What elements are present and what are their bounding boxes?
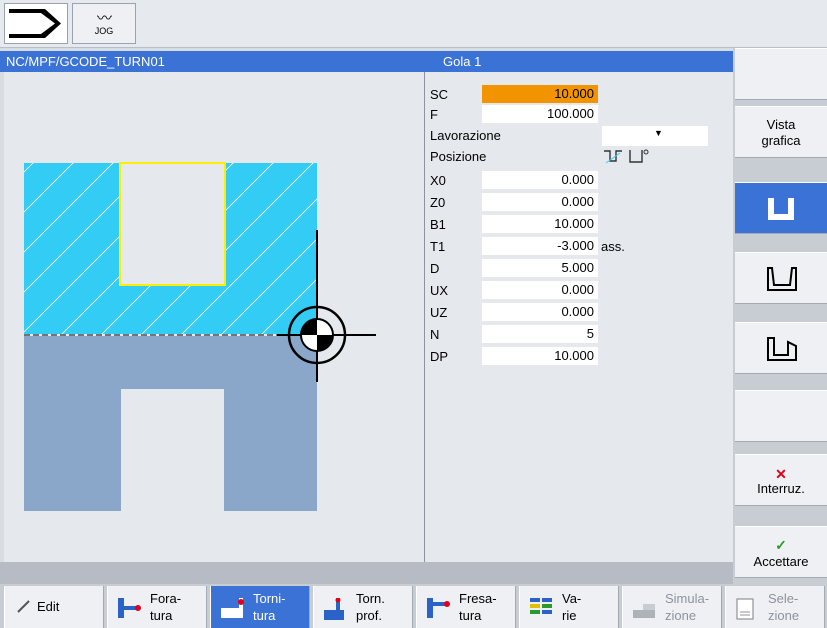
contour-turning-icon [324, 598, 344, 620]
accept-button[interactable]: ✓ Accettare [735, 526, 827, 578]
top-bar: 〰 JOG [0, 0, 827, 48]
jog-wave-icon: 〰 [96, 9, 112, 27]
groove-rectangular-icon [768, 198, 794, 220]
edit-button[interactable]: Edit [4, 586, 104, 628]
program-arrow-icon [9, 9, 61, 38]
groove-outline [119, 162, 226, 286]
posizione-toggle[interactable] [602, 148, 666, 165]
t1-field[interactable]: -3.000 [482, 237, 598, 255]
param-row-uz: UZ 0.000 [426, 302, 733, 322]
selection-icon [736, 598, 754, 620]
param-row-n: N 5 [426, 324, 733, 344]
lavorazione-dropdown[interactable]: ▼ [602, 126, 708, 146]
groove-type-rect-button[interactable] [735, 182, 827, 234]
param-row-posizione: Posizione [426, 146, 733, 166]
cross-icon: ✕ [775, 466, 787, 482]
varie-button[interactable]: Va-rie [519, 586, 619, 628]
z0-field[interactable]: 0.000 [482, 193, 598, 211]
groove-slanted-icon [767, 267, 797, 291]
misc-grid-icon [530, 598, 552, 614]
help-graphic [4, 72, 426, 562]
f-field[interactable]: 100.000 [482, 105, 598, 123]
drilling-icon [118, 598, 141, 618]
param-row-ux: UX 0.000 [426, 280, 733, 300]
parameter-panel: SC 10.000 F 100.000 Lavorazione ▼ Posizi… [426, 72, 733, 562]
status-bar [0, 562, 733, 584]
vsk-empty-1[interactable] [735, 48, 827, 100]
selezione-button[interactable]: Sele-zione [725, 586, 825, 628]
uz-field[interactable]: 0.000 [482, 303, 598, 321]
n-field[interactable]: 5 [482, 325, 598, 343]
b1-field[interactable]: 10.000 [482, 215, 598, 233]
ux-field[interactable]: 0.000 [482, 281, 598, 299]
turning-icon [221, 598, 244, 618]
vertical-softkeys: Vista grafica ✕ Interruz. ✓ Accettare [733, 48, 827, 584]
param-row-t1: T1 -3.000 ass. [430, 237, 625, 255]
groove-position-icon [604, 149, 649, 164]
tornitura-profilo-button[interactable]: Torn. prof. [313, 586, 413, 628]
dp-field[interactable]: 10.000 [482, 347, 598, 365]
simulation-icon [633, 604, 655, 618]
d-field[interactable]: 5.000 [482, 259, 598, 277]
param-row-d: D 5.000 [426, 258, 733, 278]
groove-type-chamfer-button[interactable] [735, 322, 827, 374]
program-path: NC/MPF/GCODE_TURN01 [6, 54, 165, 69]
program-button[interactable] [4, 3, 68, 44]
sc-field[interactable]: 10.000 [482, 85, 598, 103]
vista-grafica-button[interactable]: Vista grafica [735, 106, 827, 158]
fresatura-button[interactable]: Fresa-tura [416, 586, 516, 628]
milling-icon [427, 598, 450, 618]
t1-unit: ass. [601, 239, 625, 254]
param-row-lavorazione: Lavorazione ▼ [426, 125, 733, 146]
panel-divider [424, 72, 425, 562]
param-row-b1: B1 10.000 [426, 214, 733, 234]
title-bar: NC/MPF/GCODE_TURN01 Gola 1 [0, 51, 733, 72]
dropdown-arrow-icon: ▼ [654, 128, 663, 138]
foratura-button[interactable]: Fora-tura [107, 586, 207, 628]
param-row-x0: X0 0.000 [426, 170, 733, 190]
tornitura-button[interactable]: Torni-tura [210, 586, 310, 628]
param-row-z0: Z0 0.000 [426, 192, 733, 212]
param-row-dp: DP 10.000 [426, 346, 733, 366]
simulazione-button[interactable]: Simula-zione [622, 586, 722, 628]
jog-label: JOG [94, 26, 114, 36]
groove-chamfer-icon [767, 337, 797, 361]
param-row-f: F 100.000 [426, 104, 733, 124]
cycle-title: Gola 1 [443, 54, 482, 69]
param-row-sc: SC 10.000 [426, 84, 733, 104]
groove-type-slanted-button[interactable] [735, 252, 827, 304]
jog-mode-button[interactable]: 〰 JOG [72, 3, 136, 44]
pencil-icon [17, 600, 30, 613]
vsk-empty-2[interactable] [735, 390, 827, 442]
x0-field[interactable]: 0.000 [482, 171, 598, 189]
horizontal-softkeys: Edit Fora-tura Torni-tura Torn. prof. Fr… [0, 584, 827, 628]
checkmark-icon: ✓ [775, 537, 787, 553]
interrupt-button[interactable]: ✕ Interruz. [735, 454, 827, 506]
